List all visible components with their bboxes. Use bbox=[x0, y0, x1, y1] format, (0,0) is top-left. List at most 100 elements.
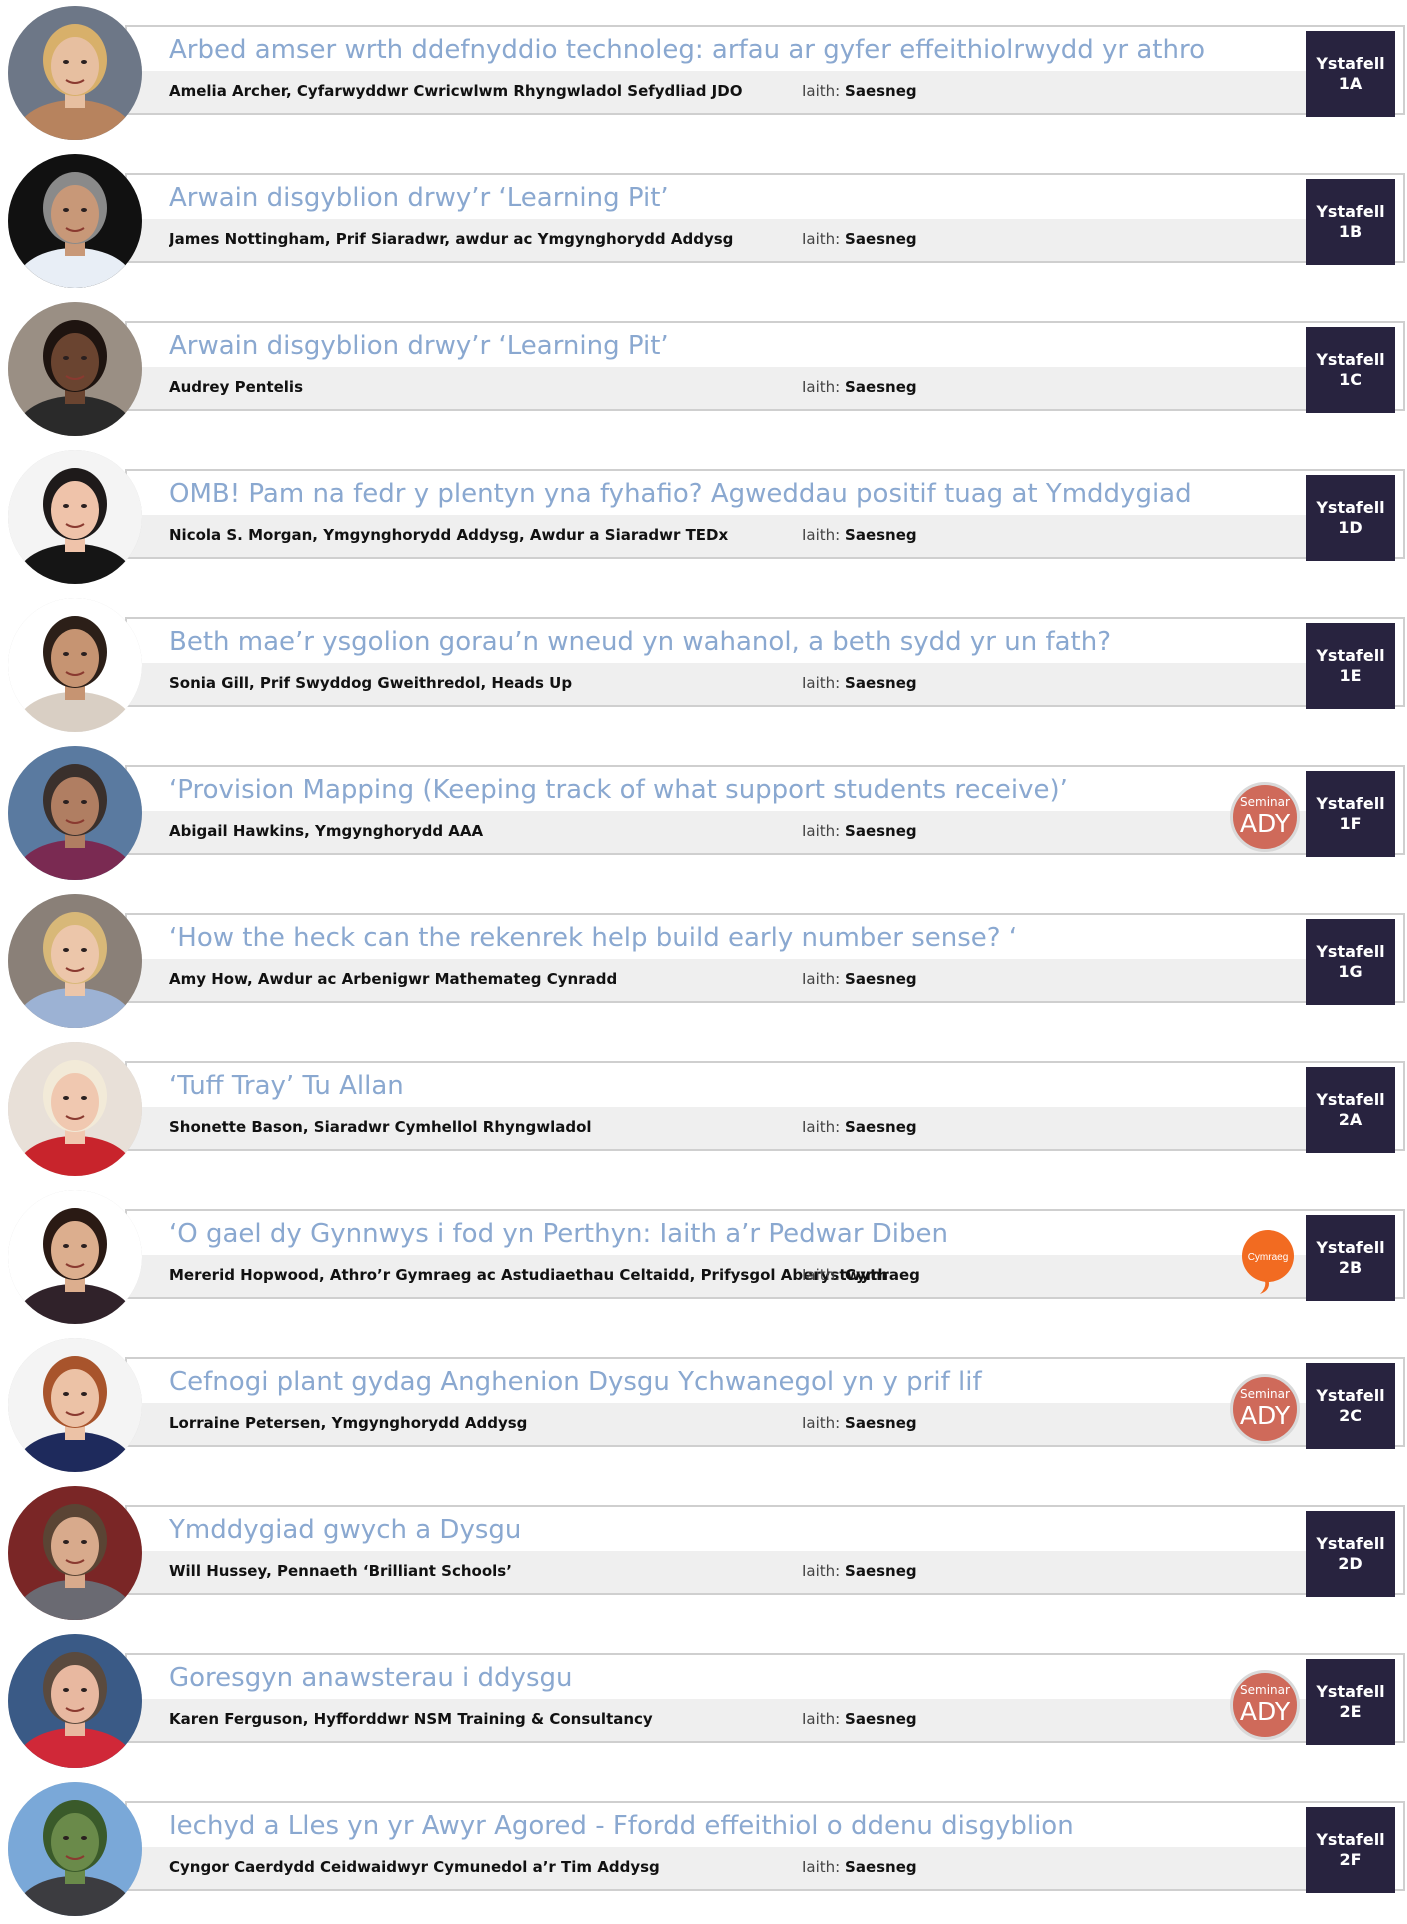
speaker-portrait-image bbox=[8, 1486, 142, 1620]
session-title[interactable]: ‘How the heck can the rekenrek help buil… bbox=[169, 921, 1299, 955]
room-label: Ystafell bbox=[1316, 1682, 1385, 1701]
speaker-photo bbox=[8, 302, 142, 436]
session-list: Arbed amser wrth ddefnyddio technoleg: a… bbox=[0, 0, 1407, 1916]
room-label: Ystafell bbox=[1316, 1386, 1385, 1405]
session-card[interactable]: Arwain disgyblion drwy’r ‘Learning Pit’ A… bbox=[125, 321, 1405, 411]
language-info: Iaith: Saesneg bbox=[802, 228, 917, 250]
room-code: 1B bbox=[1338, 222, 1363, 241]
room-code: 2F bbox=[1339, 1850, 1362, 1869]
speaker-portrait-image bbox=[8, 1190, 142, 1324]
cymraeg-badge-label: Cymraeg bbox=[1248, 1252, 1289, 1263]
speaker-photo bbox=[8, 1486, 142, 1620]
language-value: Saesneg bbox=[845, 378, 917, 396]
speaker-portrait-image bbox=[8, 746, 142, 880]
room-code: 1E bbox=[1339, 666, 1362, 685]
session-title[interactable]: Iechyd a Lles yn yr Awyr Agored - Ffordd… bbox=[169, 1809, 1299, 1843]
language-value: Saesneg bbox=[845, 1858, 917, 1876]
language-prefix: Iaith: bbox=[802, 822, 841, 840]
language-value: Saesneg bbox=[845, 970, 917, 988]
room-badge: Ystafell 1A bbox=[1306, 31, 1395, 117]
speaker-photo bbox=[8, 154, 142, 288]
session-card[interactable]: ‘Provision Mapping (Keeping track of wha… bbox=[125, 765, 1405, 855]
language-info: Iaith: Saesneg bbox=[802, 820, 917, 842]
speaker-photo bbox=[8, 746, 142, 880]
language-prefix: Iaith: bbox=[802, 1710, 841, 1728]
language-info: Iaith: Saesneg bbox=[802, 968, 917, 990]
language-value: Saesneg bbox=[845, 230, 917, 248]
session-title[interactable]: Arbed amser wrth ddefnyddio technoleg: a… bbox=[169, 33, 1299, 67]
speaker-name: Lorraine Petersen, Ymgynghorydd Addysg bbox=[169, 1414, 528, 1432]
room-code: 2A bbox=[1338, 1110, 1363, 1129]
session-card[interactable]: Iechyd a Lles yn yr Awyr Agored - Ffordd… bbox=[125, 1801, 1405, 1891]
session-title[interactable]: Arwain disgyblion drwy’r ‘Learning Pit’ bbox=[169, 181, 1299, 215]
speaker-portrait-image bbox=[8, 154, 142, 288]
room-badge: Ystafell 2F bbox=[1306, 1807, 1395, 1893]
session-title[interactable]: ‘Tuff Tray’ Tu Allan bbox=[169, 1069, 1299, 1103]
language-prefix: Iaith: bbox=[802, 82, 841, 100]
speaker-portrait-image bbox=[8, 302, 142, 436]
session-row: Cefnogi plant gydag Anghenion Dysgu Ychw… bbox=[0, 1332, 1407, 1480]
language-info: Iaith: Saesneg bbox=[802, 1856, 917, 1878]
language-prefix: Iaith: bbox=[802, 1858, 841, 1876]
session-card[interactable]: Arwain disgyblion drwy’r ‘Learning Pit’ J… bbox=[125, 173, 1405, 263]
room-code: 2C bbox=[1339, 1406, 1362, 1425]
session-row: Arwain disgyblion drwy’r ‘Learning Pit’ A… bbox=[0, 296, 1407, 444]
language-value: Saesneg bbox=[845, 822, 917, 840]
room-badge: Ystafell 2A bbox=[1306, 1067, 1395, 1153]
room-label: Ystafell bbox=[1316, 1830, 1385, 1849]
room-label: Ystafell bbox=[1316, 202, 1385, 221]
speaker-portrait-image bbox=[8, 1782, 142, 1916]
session-row: ‘O gael dy Gynnwys i fod yn Perthyn: Iai… bbox=[0, 1184, 1407, 1332]
room-label: Ystafell bbox=[1316, 350, 1385, 369]
session-card[interactable]: ‘How the heck can the rekenrek help buil… bbox=[125, 913, 1405, 1003]
seminar-badge-small-label: Seminar bbox=[1240, 795, 1290, 809]
session-card[interactable]: ‘O gael dy Gynnwys i fod yn Perthyn: Iai… bbox=[125, 1209, 1405, 1299]
seminar-badge-big-label: ADY bbox=[1239, 809, 1291, 838]
room-badge: Ystafell 2D bbox=[1306, 1511, 1395, 1597]
session-card[interactable]: OMB! Pam na fedr y plentyn yna fyhafio? … bbox=[125, 469, 1405, 559]
session-title[interactable]: ‘Provision Mapping (Keeping track of wha… bbox=[169, 773, 1299, 807]
language-prefix: Iaith: bbox=[802, 526, 841, 544]
session-card[interactable]: Arbed amser wrth ddefnyddio technoleg: a… bbox=[125, 25, 1405, 115]
session-card[interactable]: Beth mae’r ysgolion gorau’n wneud yn wah… bbox=[125, 617, 1405, 707]
session-title[interactable]: Goresgyn anawsterau i ddysgu bbox=[169, 1661, 1299, 1695]
session-title[interactable]: OMB! Pam na fedr y plentyn yna fyhafio? … bbox=[169, 477, 1299, 511]
speaker-name: Karen Ferguson, Hyfforddwr NSM Training … bbox=[169, 1710, 653, 1728]
speaker-portrait-image bbox=[8, 1634, 142, 1768]
session-card[interactable]: ‘Tuff Tray’ Tu Allan Shonette Bason, Siar… bbox=[125, 1061, 1405, 1151]
speaker-name: James Nottingham, Prif Siaradwr, awdur a… bbox=[169, 230, 734, 248]
session-card[interactable]: Ymddygiad gwych a Dysgu Will Hussey, Penn… bbox=[125, 1505, 1405, 1595]
session-row: ‘Tuff Tray’ Tu Allan Shonette Bason, Siar… bbox=[0, 1036, 1407, 1184]
language-info: Iaith: Cymraeg bbox=[802, 1264, 920, 1286]
speaker-name: Sonia Gill, Prif Swyddog Gweithredol, He… bbox=[169, 674, 573, 692]
session-row: Arwain disgyblion drwy’r ‘Learning Pit’ J… bbox=[0, 148, 1407, 296]
speaker-name: Mererid Hopwood, Athro’r Gymraeg ac Astu… bbox=[169, 1266, 889, 1284]
speaker-name: Amelia Archer, Cyfarwyddwr Cwricwlwm Rhy… bbox=[169, 82, 743, 100]
session-title[interactable]: Ymddygiad gwych a Dysgu bbox=[169, 1513, 1299, 1547]
speaker-portrait-image bbox=[8, 1338, 142, 1472]
seminar-badge-big-label: ADY bbox=[1239, 1697, 1291, 1726]
room-label: Ystafell bbox=[1316, 1534, 1385, 1553]
session-title[interactable]: Beth mae’r ysgolion gorau’n wneud yn wah… bbox=[169, 625, 1299, 659]
language-prefix: Iaith: bbox=[802, 970, 841, 988]
session-card[interactable]: Cefnogi plant gydag Anghenion Dysgu Ychw… bbox=[125, 1357, 1405, 1447]
session-title[interactable]: ‘O gael dy Gynnwys i fod yn Perthyn: Iai… bbox=[169, 1217, 1299, 1251]
room-code: 2E bbox=[1339, 1702, 1362, 1721]
session-title[interactable]: Arwain disgyblion drwy’r ‘Learning Pit’ bbox=[169, 329, 1299, 363]
seminar-ady-badge: Seminar ADY bbox=[1230, 782, 1300, 852]
session-row: Goresgyn anawsterau i ddysgu Karen Fergus… bbox=[0, 1628, 1407, 1776]
speaker-photo bbox=[8, 1782, 142, 1916]
speaker-portrait-image bbox=[8, 894, 142, 1028]
session-row: ‘How the heck can the rekenrek help buil… bbox=[0, 888, 1407, 1036]
speaker-photo bbox=[8, 1338, 142, 1472]
session-card[interactable]: Goresgyn anawsterau i ddysgu Karen Fergus… bbox=[125, 1653, 1405, 1743]
language-value: Saesneg bbox=[845, 1118, 917, 1136]
speaker-name: Amy How, Awdur ac Arbenigwr Mathemateg C… bbox=[169, 970, 618, 988]
language-prefix: Iaith: bbox=[802, 378, 841, 396]
seminar-ady-badge: Seminar ADY bbox=[1230, 1670, 1300, 1740]
room-badge: Ystafell 1D bbox=[1306, 475, 1395, 561]
session-title[interactable]: Cefnogi plant gydag Anghenion Dysgu Ychw… bbox=[169, 1365, 1299, 1399]
language-prefix: Iaith: bbox=[802, 1118, 841, 1136]
speaker-photo bbox=[8, 6, 142, 140]
room-badge: Ystafell 1G bbox=[1306, 919, 1395, 1005]
